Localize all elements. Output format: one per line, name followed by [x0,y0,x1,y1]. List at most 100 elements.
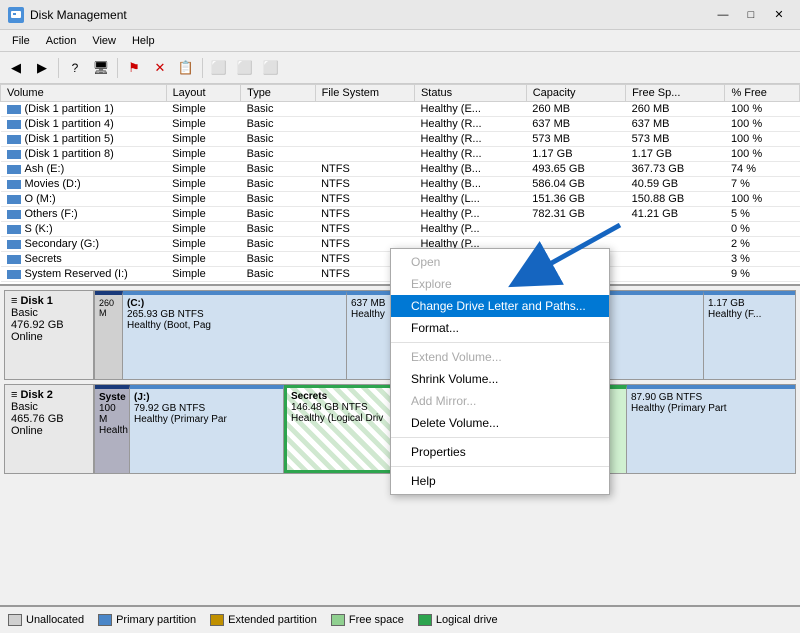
table-cell: Simple [166,237,241,252]
table-cell [626,237,725,252]
legend-extended-label: Extended partition [228,614,317,626]
delete-button[interactable]: ✕ [148,56,172,80]
col-status[interactable]: Status [414,85,526,102]
toolbar: ◀ ▶ ? 🖥 ⚑ ✕ 📋 ⬜ ⬜ ⬜ [0,52,800,84]
table-cell: Simple [166,252,241,267]
disk1-p1-size: 260 M [99,298,118,318]
flag-button[interactable]: ⚑ [122,56,146,80]
menu-help[interactable]: Help [124,33,163,49]
prop-button[interactable]: 📋 [174,56,198,80]
disk2-p2-size: 79.92 GB NTFS [134,403,279,414]
volume-icon [7,105,21,114]
table-cell: 5 % [725,207,800,222]
table-row[interactable]: Movies (D:)SimpleBasicNTFSHealthy (B...5… [1,177,800,192]
disk2-part5[interactable]: 87.90 GB NTFS Healthy (Primary Part [627,385,795,473]
ctx-sep1 [391,342,609,343]
disk2-part2[interactable]: (J:) 79.92 GB NTFS Healthy (Primary Par [130,385,284,473]
ctx-shrink[interactable]: Shrink Volume... [391,368,609,390]
table-cell [626,252,725,267]
disk2-part1[interactable]: Syste 100 M Health [95,385,130,473]
box3-button[interactable]: ⬜ [259,56,283,80]
ctx-help[interactable]: Help [391,470,609,492]
table-cell: Basic [241,132,316,147]
disk1-p6-size: 1.17 GB [708,298,791,309]
table-cell: 100 % [725,102,800,117]
col-percentfree[interactable]: % Free [725,85,800,102]
legend-unallocated-box [8,614,22,626]
table-cell: 637 MB [526,117,625,132]
table-cell: Simple [166,162,241,177]
col-type[interactable]: Type [241,85,316,102]
disk2-label: ≡ Disk 2 Basic 465.76 GB Online [5,385,95,473]
table-row[interactable]: S (K:)SimpleBasicNTFSHealthy (P...0 % [1,222,800,237]
box2-button[interactable]: ⬜ [233,56,257,80]
disk2-p1-name: Syste [99,392,125,403]
table-cell: 637 MB [626,117,725,132]
legend-freespace-box [331,614,345,626]
volume-icon [7,210,21,219]
disk1-part3[interactable]: 637 MB Healthy [347,291,396,379]
ctx-change-drive-letter[interactable]: Change Drive Letter and Paths... [391,295,609,317]
table-row[interactable]: Others (F:)SimpleBasicNTFSHealthy (P...7… [1,207,800,222]
col-layout[interactable]: Layout [166,85,241,102]
table-cell: Basic [241,207,316,222]
disk-view-button[interactable]: 🖥 [89,56,113,80]
legend-logical: Logical drive [418,614,498,626]
col-freespace[interactable]: Free Sp... [626,85,725,102]
table-row[interactable]: O (M:)SimpleBasicNTFSHealthy (L...151.36… [1,192,800,207]
box1-button[interactable]: ⬜ [207,56,231,80]
table-cell: Simple [166,267,241,282]
close-button[interactable]: ✕ [766,5,792,25]
forward-button[interactable]: ▶ [30,56,54,80]
table-cell [315,132,414,147]
ctx-properties[interactable]: Properties [391,441,609,463]
table-cell: Basic [241,282,316,285]
table-cell: 260 MB [626,102,725,117]
table-cell [626,267,725,282]
col-capacity[interactable]: Capacity [526,85,625,102]
table-cell: 367.73 GB [626,162,725,177]
table-cell: Basic [241,117,316,132]
ctx-explore[interactable]: Explore [391,273,609,295]
window-title: Disk Management [30,8,127,22]
disk1-part6[interactable]: 1.17 GB Healthy (F... [704,291,795,379]
table-cell: Secrets [1,252,167,267]
minimize-button[interactable]: — [710,5,736,25]
title-bar: Disk Management — □ ✕ [0,0,800,30]
app-icon [8,7,24,23]
table-row[interactable]: (Disk 1 partition 5)SimpleBasicHealthy (… [1,132,800,147]
disk1-part1[interactable]: 260 M [95,291,123,379]
table-cell: System Reserved (I:) [1,267,167,282]
table-cell: 100 % [725,117,800,132]
menu-action[interactable]: Action [38,33,85,49]
legend-logical-label: Logical drive [436,614,498,626]
disk1-part2[interactable]: (C:) 265.93 GB NTFS Healthy (Boot, Pag [123,291,347,379]
toolbar-sep-1 [58,58,59,78]
table-row[interactable]: Ash (E:)SimpleBasicNTFSHealthy (B...493.… [1,162,800,177]
back-button[interactable]: ◀ [4,56,28,80]
table-cell [626,282,725,285]
help-toolbar-button[interactable]: ? [63,56,87,80]
volume-icon [7,165,21,174]
legend-primary-label: Primary partition [116,614,196,626]
volume-icon [7,135,21,144]
disk2-p1-size: 100 M [99,403,125,425]
table-cell [315,147,414,162]
ctx-delete-volume[interactable]: Delete Volume... [391,412,609,434]
table-cell: Basic [241,267,316,282]
col-volume[interactable]: Volume [1,85,167,102]
maximize-button[interactable]: □ [738,5,764,25]
volume-icon [7,195,21,204]
menu-view[interactable]: View [84,33,124,49]
ctx-add-mirror[interactable]: Add Mirror... [391,390,609,412]
ctx-extend[interactable]: Extend Volume... [391,346,609,368]
ctx-open[interactable]: Open [391,251,609,273]
volume-icon [7,180,21,189]
menu-file[interactable]: File [4,33,38,49]
table-cell: Others (F:) [1,207,167,222]
table-row[interactable]: (Disk 1 partition 1)SimpleBasicHealthy (… [1,102,800,117]
table-row[interactable]: (Disk 1 partition 8)SimpleBasicHealthy (… [1,147,800,162]
ctx-format[interactable]: Format... [391,317,609,339]
col-filesystem[interactable]: File System [315,85,414,102]
table-row[interactable]: (Disk 1 partition 4)SimpleBasicHealthy (… [1,117,800,132]
